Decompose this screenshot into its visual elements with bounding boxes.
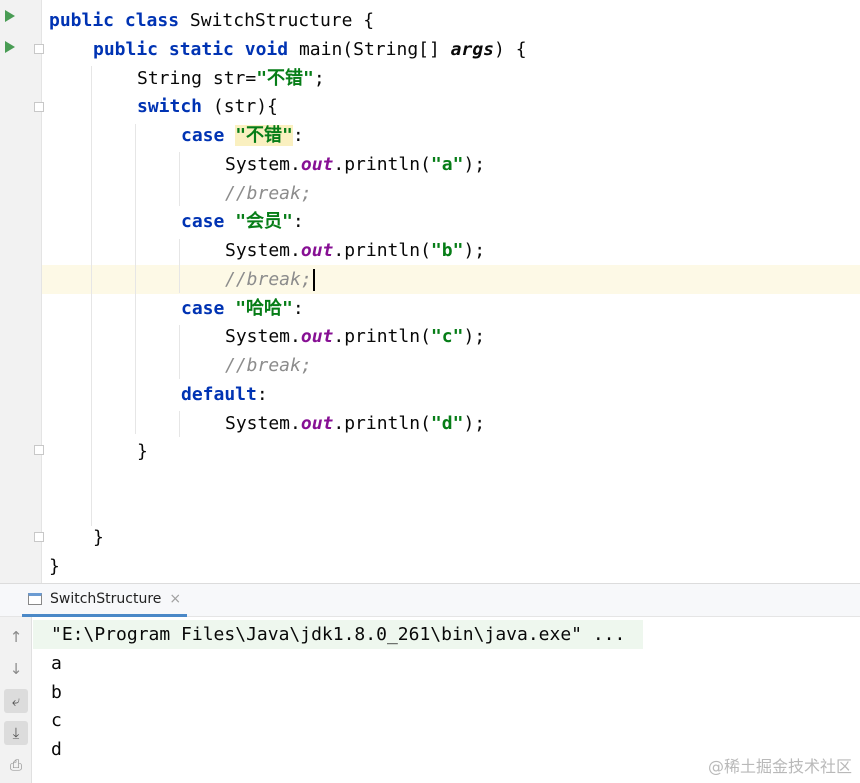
code-line-9: System.out.println("b"); [225, 240, 486, 261]
console-command-line: "E:\Program Files\Java\jdk1.8.0_261\bin\… [51, 624, 626, 645]
fold-main-end-icon[interactable] [34, 532, 44, 542]
code-editor[interactable]: public class SwitchStructure { public st… [0, 0, 860, 583]
arrow-up-icon[interactable]: ↑ [4, 625, 28, 649]
indent-guide [135, 124, 136, 434]
fold-switch-icon[interactable] [34, 102, 44, 112]
arrow-down-icon[interactable]: ↓ [4, 657, 28, 681]
code-line-7: //break; [225, 183, 312, 204]
editor-gutter [0, 0, 42, 583]
console-output-line: a [51, 653, 62, 674]
code-line-4: switch (str){ [137, 96, 278, 117]
code-line-8: case "会员": [181, 211, 304, 232]
current-line-highlight [0, 265, 860, 294]
run-tab-switchstructure[interactable]: SwitchStructure × [22, 584, 188, 617]
code-line-14: default: [181, 384, 268, 405]
console-output-line: c [51, 710, 62, 731]
indent-guide [179, 325, 180, 379]
run-main-icon[interactable] [5, 41, 15, 53]
fold-main-icon[interactable] [34, 44, 44, 54]
indent-guide [179, 152, 180, 206]
code-line-10: //break; [225, 265, 315, 294]
run-panel-header: SwitchStructure × [0, 583, 860, 617]
code-line-15: System.out.println("d"); [225, 413, 486, 434]
console-window-icon [28, 593, 42, 605]
code-line-5: case "不错": [181, 125, 304, 146]
code-line-2: public static void main(String[] args) { [93, 39, 527, 60]
print-icon[interactable]: ⎙ [4, 753, 28, 777]
code-line-19: } [93, 527, 104, 548]
code-line-12: System.out.println("c"); [225, 326, 486, 347]
scroll-to-end-icon[interactable]: ⤓ [4, 721, 28, 745]
console-output-line: d [51, 739, 62, 760]
indent-guide [179, 239, 180, 293]
close-icon[interactable]: × [169, 591, 181, 607]
console-output-line: b [51, 682, 62, 703]
code-line-6: System.out.println("a"); [225, 154, 486, 175]
code-line-3: String str="不错"; [137, 68, 325, 89]
code-line-16: } [137, 441, 148, 462]
text-caret [312, 269, 315, 291]
code-line-13: //break; [225, 355, 312, 376]
indent-guide [91, 66, 92, 526]
soft-wrap-icon[interactable]: ⤶ [4, 689, 28, 713]
console-toolbar: ↑ ↓ ⤶ ⤓ ⎙ [0, 617, 32, 783]
code-line-1: public class SwitchStructure { [49, 10, 375, 31]
code-line-11: case "哈哈": [181, 298, 304, 319]
watermark: @稀土掘金技术社区 [707, 757, 852, 776]
run-class-icon[interactable] [5, 10, 15, 22]
run-tab-label: SwitchStructure [50, 591, 162, 607]
fold-switch-end-icon[interactable] [34, 445, 44, 455]
indent-guide [179, 411, 180, 437]
code-line-20: } [49, 556, 60, 577]
